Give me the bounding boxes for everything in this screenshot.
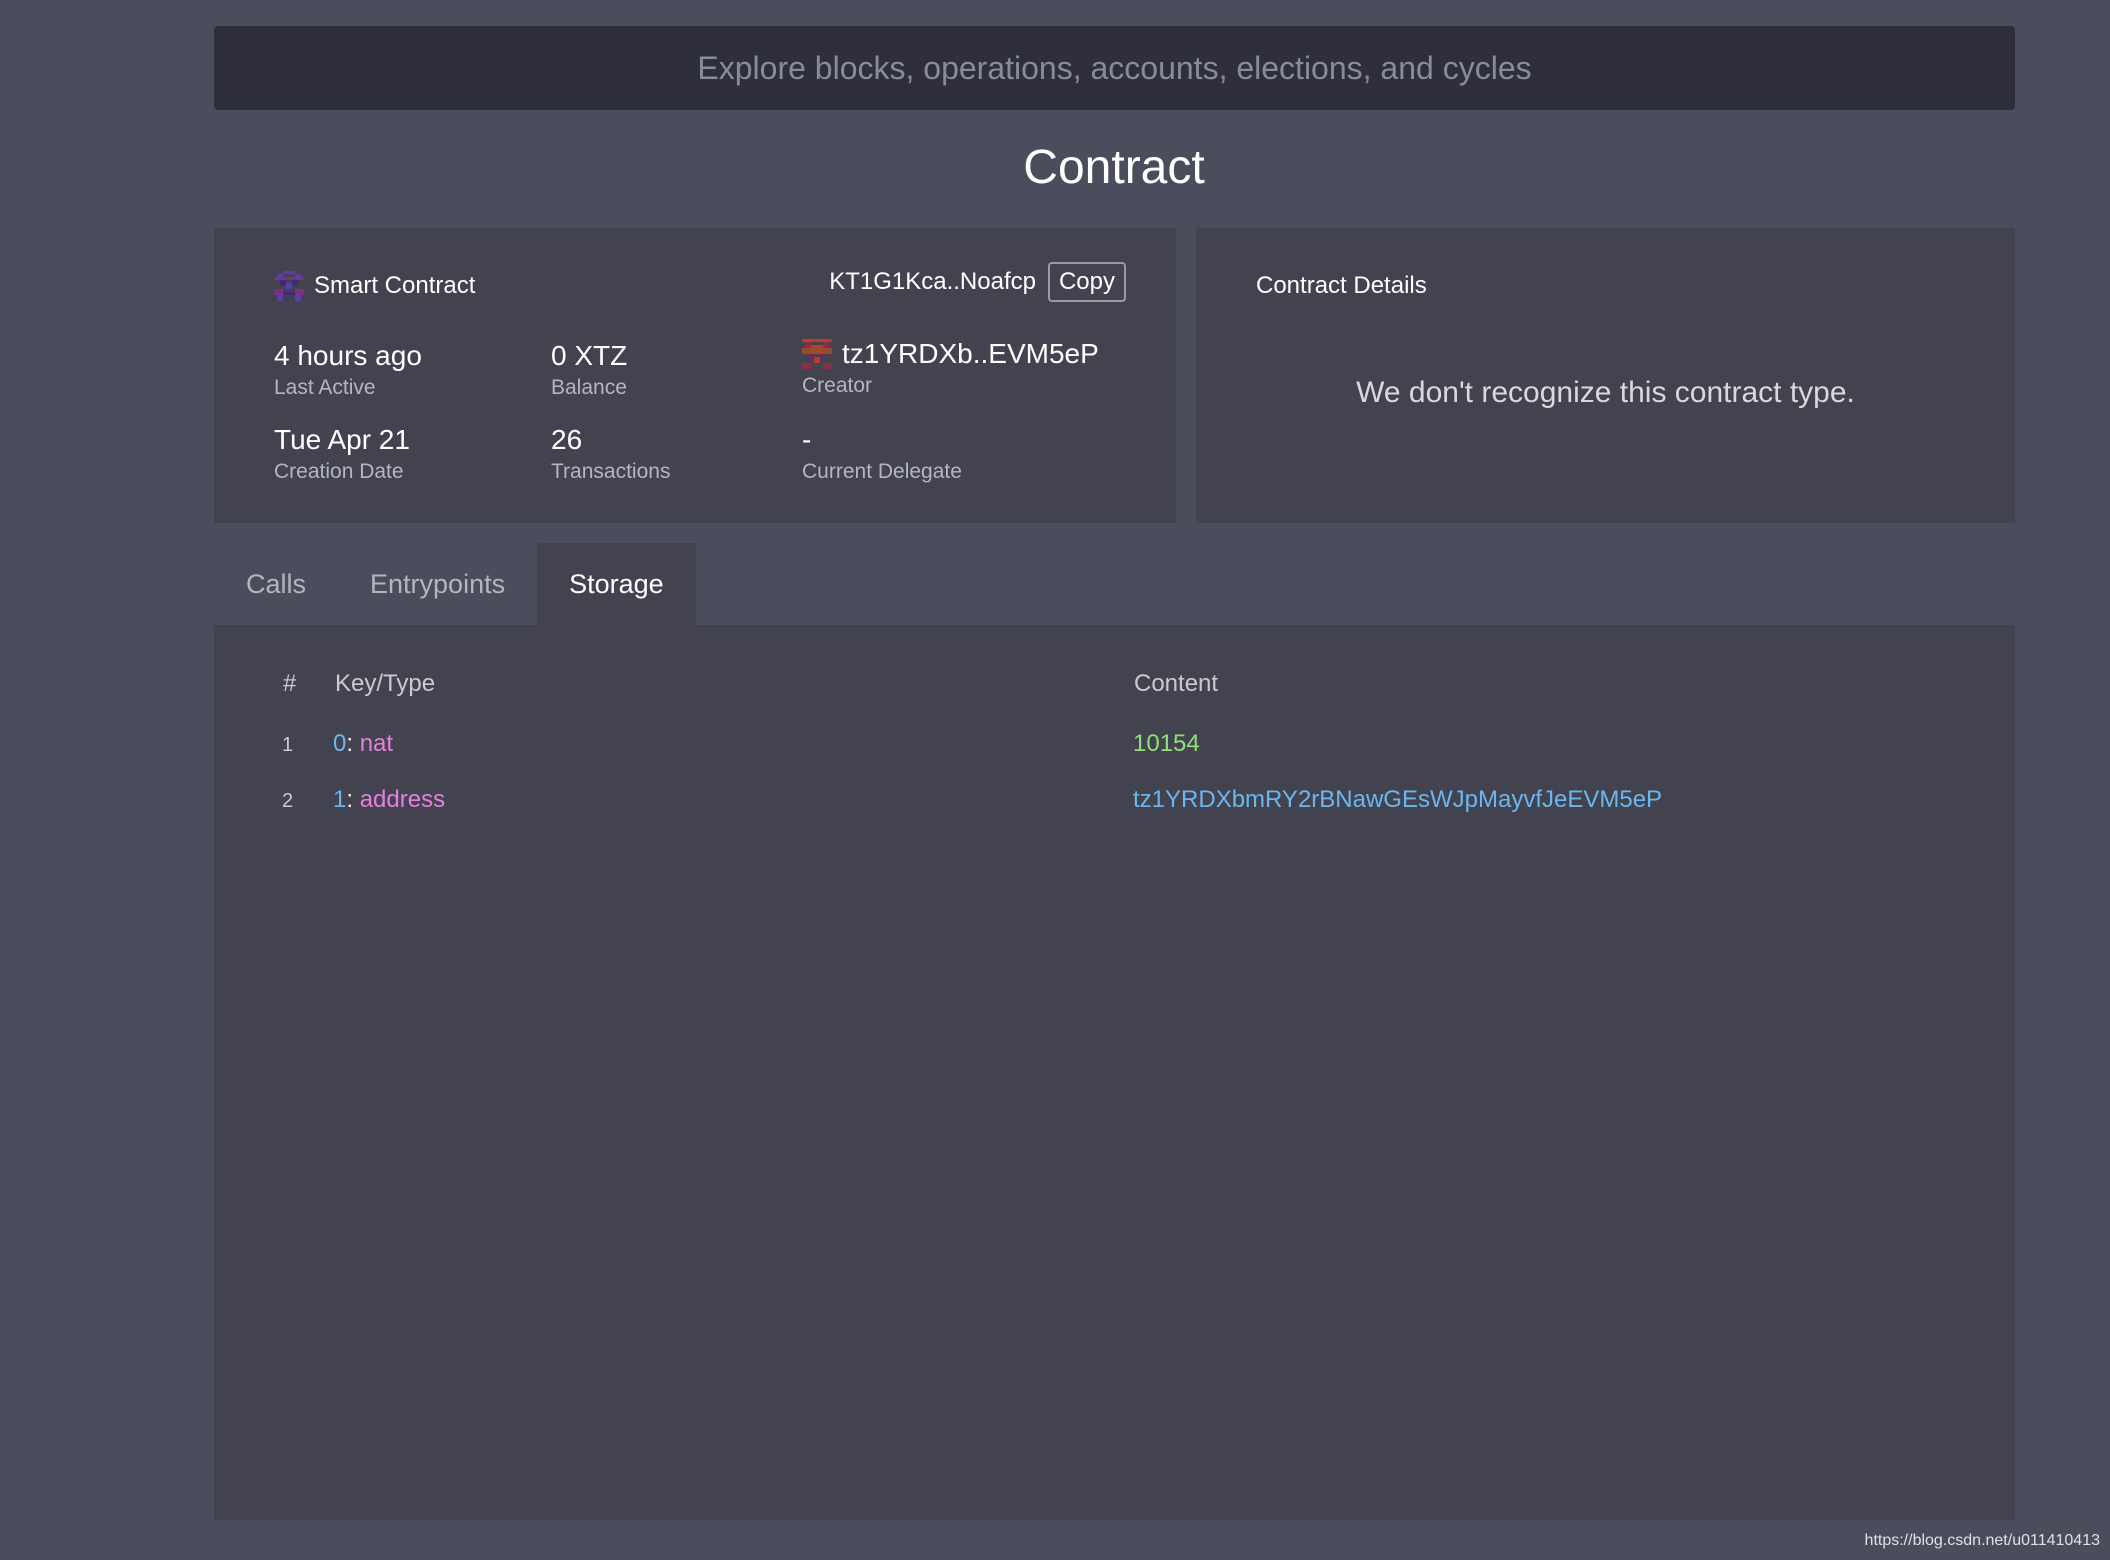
- creator-identicon-icon: [802, 339, 832, 369]
- storage-panel: # Key/Type Content 1 0: nat 10154 2 1: a…: [214, 625, 2015, 1520]
- stat-balance: 0 XTZ Balance: [551, 339, 627, 401]
- transactions-value: 26: [551, 424, 583, 455]
- creation-date-value: Tue Apr 21: [274, 424, 410, 455]
- tab-bar: Calls Entrypoints Storage: [214, 543, 696, 625]
- contract-identicon-icon: [274, 271, 304, 301]
- key-type: address: [359, 786, 446, 813]
- stat-transactions: 26 Transactions: [551, 423, 670, 485]
- key-separator: :: [346, 786, 354, 813]
- contract-type-label: Smart Contract: [314, 272, 476, 299]
- contract-type: Smart Contract: [274, 271, 475, 301]
- row-number: 1: [282, 734, 294, 756]
- contract-details-card: Contract Details We don't recognize this…: [1196, 228, 2015, 523]
- search-input[interactable]: [214, 26, 2015, 110]
- contract-summary-card: Smart Contract KT1G1Kca..Noafcp Copy 4 h…: [214, 228, 1176, 523]
- key-index: 1: [333, 786, 347, 813]
- tab-calls[interactable]: Calls: [214, 543, 338, 625]
- tab-entrypoints[interactable]: Entrypoints: [338, 543, 537, 625]
- column-header-num: #: [283, 670, 297, 697]
- creator-value: tz1YRDXb..EVM5eP: [842, 338, 1099, 369]
- last-active-value: 4 hours ago: [274, 340, 422, 371]
- row-content-address-link[interactable]: tz1YRDXbmRY2rBNawGEsWJpMayvfJeEVM5eP: [1133, 786, 1662, 814]
- transactions-label: Transactions: [551, 460, 671, 483]
- row-key: 1: address: [333, 786, 445, 814]
- creation-date-label: Creation Date: [274, 460, 404, 483]
- contract-address[interactable]: KT1G1Kca..Noafcp: [829, 268, 1036, 296]
- contract-details-message: We don't recognize this contract type.: [1356, 376, 1855, 409]
- creator-label: Creator: [802, 374, 873, 397]
- column-header-content: Content: [1134, 670, 1219, 697]
- tab-storage[interactable]: Storage: [537, 543, 696, 625]
- key-separator: :: [346, 730, 354, 757]
- table-row: 2 1: address tz1YRDXbmRY2rBNawGEsWJpMayv…: [214, 782, 2015, 822]
- stat-last-active: 4 hours ago Last Active: [274, 339, 422, 401]
- contract-details-title: Contract Details: [1256, 272, 1427, 299]
- row-key: 0: nat: [333, 730, 393, 758]
- key-type: nat: [359, 730, 394, 757]
- stat-creation-date: Tue Apr 21 Creation Date: [274, 423, 410, 485]
- balance-value: 0 XTZ: [551, 340, 628, 371]
- copy-button[interactable]: Copy: [1047, 262, 1126, 302]
- row-number: 2: [282, 790, 294, 812]
- table-row: 1 0: nat 10154: [214, 726, 2015, 766]
- column-header-key: Key/Type: [335, 670, 436, 697]
- stat-creator: tz1YRDXb..EVM5eP Creator: [802, 337, 1099, 399]
- page-title: Contract: [1023, 141, 1205, 194]
- row-content: 10154: [1133, 730, 1200, 757]
- watermark: https://blog.csdn.net/u011410413: [1864, 1532, 2100, 1549]
- creator-link[interactable]: tz1YRDXb..EVM5eP: [802, 337, 1099, 371]
- delegate-label: Current Delegate: [802, 460, 962, 483]
- stat-delegate: - Current Delegate: [802, 423, 962, 485]
- delegate-value: -: [802, 424, 812, 455]
- search-bar[interactable]: [214, 26, 2015, 110]
- balance-label: Balance: [551, 376, 627, 399]
- key-index: 0: [333, 730, 347, 757]
- contract-address-row: KT1G1Kca..Noafcp Copy: [829, 262, 1126, 302]
- last-active-label: Last Active: [274, 376, 376, 399]
